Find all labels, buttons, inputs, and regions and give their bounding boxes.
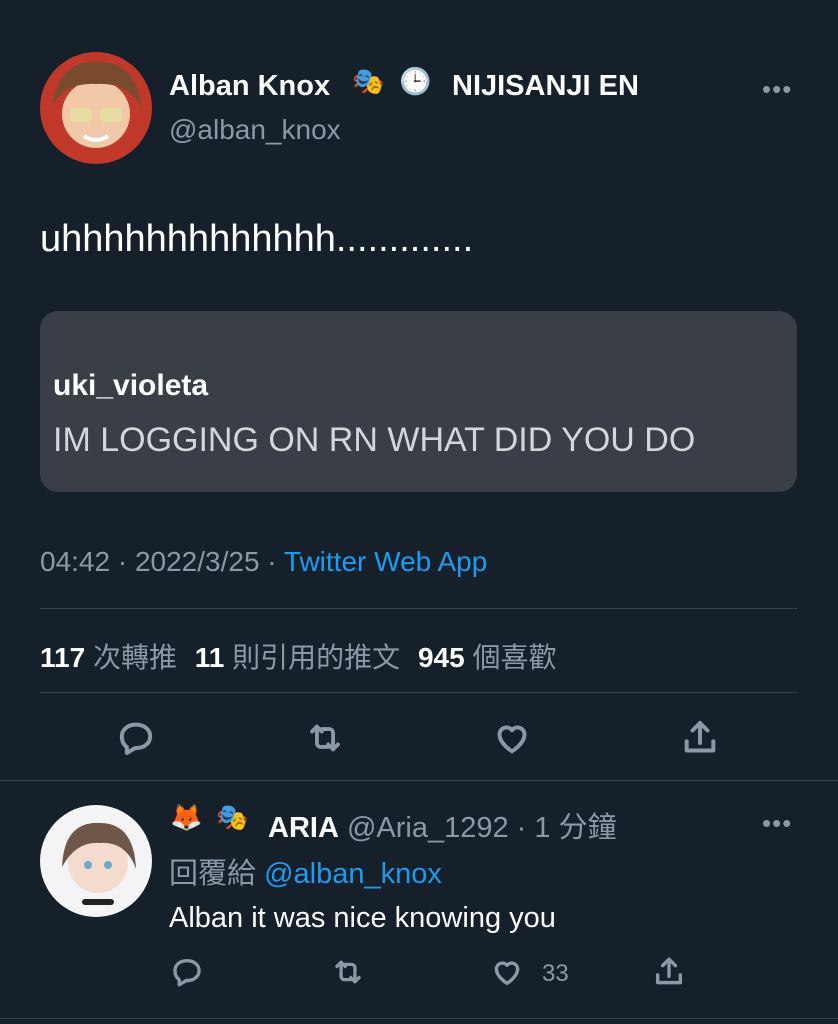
author-name[interactable]: Alban Knox — [169, 70, 330, 103]
retweet-icon — [335, 960, 361, 984]
share-icon — [684, 721, 716, 753]
like-count: 945 — [417, 642, 465, 673]
quoted-username: uki_violeta — [53, 369, 209, 402]
divider — [0, 780, 838, 781]
quoted-image[interactable]: uki_violeta IM LOGGING ON RN WHAT DID YO… — [40, 311, 797, 492]
reply-like-button[interactable] — [490, 955, 524, 994]
reply-author-name[interactable]: ARIA — [268, 812, 339, 844]
divider — [0, 1018, 838, 1019]
divider — [40, 608, 797, 609]
quote-count: 11 — [194, 642, 225, 673]
reply-author-handle[interactable]: @Aria_1292 — [347, 812, 509, 844]
tweet-meta: 04:42 · 2022/3/25 · Twitter Web App — [40, 546, 487, 578]
tweet-source-link[interactable]: Twitter Web App — [284, 546, 487, 577]
like-button[interactable] — [492, 718, 532, 763]
reply-button[interactable] — [116, 718, 156, 763]
reply-time[interactable]: · 1 分鐘 — [517, 812, 617, 844]
heart-icon — [497, 725, 527, 754]
replying-to-line: 回覆給 @alban_knox — [169, 850, 442, 892]
reply-icon — [119, 722, 153, 755]
quoted-message: IM LOGGING ON RN WHAT DID YOU DO — [53, 421, 696, 459]
tweet-text: uhhhhhhhhhhhhh............. — [40, 218, 474, 260]
retweet-stat[interactable]: 117 次轉推 — [40, 642, 185, 673]
retweet-count: 117 — [40, 642, 86, 673]
tweet-timestamp[interactable]: 04:42 · 2022/3/25 · — [40, 546, 284, 577]
retweet-icon — [310, 724, 340, 752]
replying-to-label: 回覆給 — [169, 858, 257, 890]
reply-author-avatar[interactable] — [40, 805, 152, 917]
reply-reply-button[interactable] — [170, 955, 204, 994]
tweet-stats: 117 次轉推 11 則引用的推文 945 個喜歡 — [40, 636, 556, 676]
author-avatar[interactable] — [40, 52, 152, 164]
like-label: 個喜歡 — [472, 642, 557, 673]
reply-text: Alban it was nice knowing you — [169, 902, 556, 934]
fox-icon: 🦊 — [170, 802, 203, 832]
reply-share-button[interactable] — [652, 955, 686, 994]
divider — [40, 692, 797, 693]
reply-more-options-icon[interactable]: ••• — [762, 808, 792, 839]
clock-icon: 🕒 — [399, 66, 432, 96]
replying-to-handle[interactable]: @alban_knox — [264, 858, 442, 890]
like-stat[interactable]: 945 個喜歡 — [418, 642, 557, 673]
reply-icon — [173, 958, 201, 987]
reply-like-count: 33 — [542, 960, 569, 987]
retweet-button[interactable] — [304, 718, 346, 763]
retweet-label: 次轉推 — [92, 642, 177, 673]
heart-icon — [494, 961, 520, 986]
more-options-icon[interactable]: ••• — [762, 74, 792, 105]
share-icon — [655, 957, 683, 985]
theater-masks-icon: 🎭 — [352, 66, 385, 96]
author-affiliation: NIJISANJI EN — [452, 70, 639, 102]
reply-retweet-button[interactable] — [330, 955, 366, 994]
share-button[interactable] — [680, 718, 720, 763]
theater-masks-icon: 🎭 — [216, 802, 249, 832]
reply-author-line: ARIA @Aria_1292 · 1 分鐘 — [268, 804, 617, 846]
author-handle[interactable]: @alban_knox — [169, 114, 341, 146]
quote-stat[interactable]: 11 則引用的推文 — [195, 642, 408, 673]
quote-label: 則引用的推文 — [232, 642, 401, 673]
